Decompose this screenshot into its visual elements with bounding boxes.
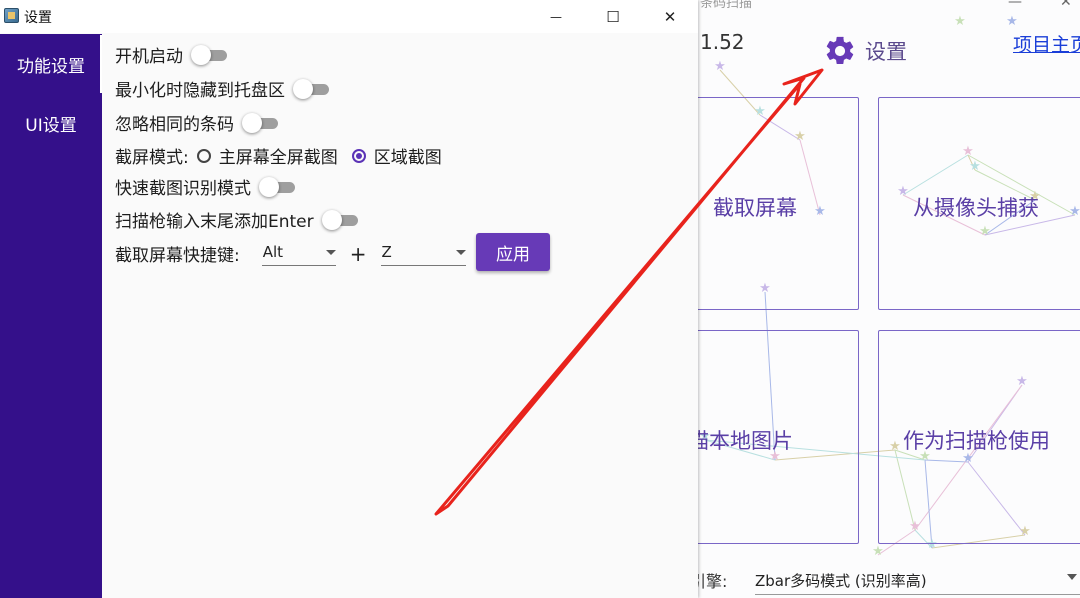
minimize-button[interactable]: — bbox=[533, 0, 579, 33]
capture-screen-tile[interactable]: 截取屏幕 bbox=[680, 97, 859, 310]
ignore-same-toggle[interactable] bbox=[242, 112, 278, 133]
setting-hotkey: 截取屏幕快捷键: Alt + Z bbox=[115, 241, 466, 266]
settings-content: 开机启动 最小化时隐藏到托盘区 忽略相同的条码 截屏模式: 主屏幕全屏截图 区域… bbox=[102, 34, 698, 598]
hotkey-key-select[interactable]: Z bbox=[380, 241, 466, 266]
scanner-mode-tile[interactable]: 作为扫描枪使用 bbox=[878, 330, 1080, 544]
maximize-button[interactable]: ☐ bbox=[590, 0, 636, 33]
app-icon bbox=[4, 8, 19, 23]
star-icon: ★ bbox=[1006, 14, 1018, 29]
screenshot-mode-label: 截屏模式: bbox=[115, 148, 189, 168]
chevron-down-icon bbox=[325, 250, 336, 255]
setting-autostart: 开机启动 bbox=[115, 42, 227, 67]
close-icon: ✕ bbox=[663, 7, 677, 26]
main-settings-label: 设置 bbox=[865, 40, 907, 64]
hotkey-label: 截取屏幕快捷键: bbox=[115, 246, 240, 266]
radio-fullscreen[interactable]: 主屏幕全屏截图 bbox=[196, 143, 338, 168]
engine-select[interactable]: Zbar多码模式 (识别率高) bbox=[755, 570, 1080, 595]
radio-circle bbox=[196, 148, 211, 163]
dialog-titlebar[interactable]: 设置 — ☐ ✕ bbox=[0, 0, 698, 33]
setting-screenshot-mode: 截屏模式: 主屏幕全屏截图 区域截图 bbox=[115, 143, 442, 168]
hotkey-key-value: Z bbox=[381, 243, 392, 261]
nav-item-label: UI设置 bbox=[25, 115, 77, 136]
radio-circle bbox=[351, 148, 366, 163]
main-minimize-button[interactable]: — bbox=[1008, 0, 1022, 10]
tile-label: 截取屏幕 bbox=[713, 196, 797, 220]
settings-dialog: 设置 — ☐ ✕ 功能设置 UI设置 开机启动 最小化时隐藏到托盘区 忽略相同的… bbox=[0, 0, 698, 598]
star-icon: ★ bbox=[872, 544, 884, 559]
star-icon: ★ bbox=[714, 59, 726, 74]
version-label: 1.52 bbox=[700, 30, 745, 54]
setting-quick-recognize: 快速截图识别模式 bbox=[115, 174, 295, 199]
main-window-title: 条码扫描 bbox=[700, 0, 753, 11]
radio-region[interactable]: 区域截图 bbox=[351, 143, 442, 168]
gear-icon bbox=[826, 36, 854, 65]
star-icon: ★ bbox=[954, 14, 966, 29]
apply-button[interactable]: 应用 bbox=[476, 233, 550, 271]
quick-recognize-label: 快速截图识别模式 bbox=[115, 179, 251, 199]
radio-fullscreen-label: 主屏幕全屏截图 bbox=[218, 148, 338, 168]
project-homepage-link[interactable]: 项目主页 bbox=[1013, 30, 1080, 57]
hotkey-modifier-value: Alt bbox=[262, 243, 284, 261]
hotkey-modifier-select[interactable]: Alt bbox=[261, 241, 336, 266]
ignore-same-label: 忽略相同的条码 bbox=[115, 115, 234, 135]
chevron-down-icon bbox=[455, 250, 466, 255]
main-close-button[interactable]: ✕ bbox=[1060, 0, 1072, 10]
nav-item-label: 功能设置 bbox=[17, 56, 85, 77]
chevron-down-icon bbox=[1067, 574, 1077, 580]
minimize-icon: — bbox=[550, 9, 562, 24]
maximize-icon: ☐ bbox=[606, 7, 620, 26]
close-button[interactable]: ✕ bbox=[647, 0, 693, 33]
setting-ignore-same: 忽略相同的条码 bbox=[115, 110, 278, 135]
autostart-label: 开机启动 bbox=[115, 47, 183, 67]
main-settings-button[interactable]: 设置 bbox=[823, 34, 907, 68]
minimize-to-tray-label: 最小化时隐藏到托盘区 bbox=[115, 81, 285, 101]
tile-label: 从摄像头捕获 bbox=[913, 196, 1039, 220]
plus-sign: + bbox=[349, 241, 367, 266]
setting-scanner-enter: 扫描枪输入末尾添加Enter bbox=[115, 207, 358, 232]
nav-function-settings[interactable]: 功能设置 bbox=[0, 35, 102, 93]
radio-region-label: 区域截图 bbox=[373, 148, 442, 168]
autostart-toggle[interactable] bbox=[191, 44, 227, 65]
engine-select-value: Zbar多码模式 (识别率高) bbox=[755, 572, 927, 590]
settings-sidebar: 功能设置 UI设置 bbox=[0, 34, 102, 598]
dialog-title: 设置 bbox=[24, 10, 52, 26]
camera-capture-tile[interactable]: 从摄像头捕获 bbox=[878, 97, 1080, 310]
scanner-enter-label: 扫描枪输入末尾添加Enter bbox=[115, 212, 314, 232]
quick-recognize-toggle[interactable] bbox=[259, 176, 295, 197]
scanner-enter-toggle[interactable] bbox=[321, 209, 358, 230]
nav-ui-settings[interactable]: UI设置 bbox=[0, 94, 102, 152]
tile-label: 作为扫描枪使用 bbox=[903, 429, 1050, 453]
apply-button-label: 应用 bbox=[496, 244, 530, 265]
minimize-to-tray-toggle[interactable] bbox=[293, 78, 329, 99]
setting-minimize-to-tray: 最小化时隐藏到托盘区 bbox=[115, 76, 329, 101]
